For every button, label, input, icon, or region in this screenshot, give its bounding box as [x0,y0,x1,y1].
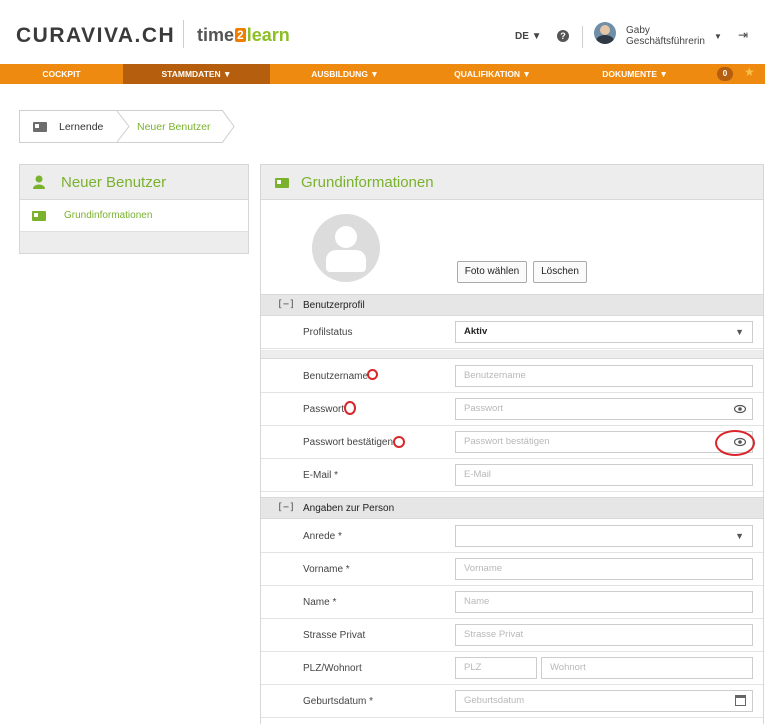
passwort-bestaetigen-input[interactable]: Passwort bestätigen [455,431,753,453]
id-card-icon [275,178,289,188]
passwort-input[interactable]: Passwort [455,398,753,420]
breadcrumb-lernende[interactable]: Lernende [59,121,103,133]
star-icon[interactable]: ★ [744,65,755,79]
sidebar-header: Neuer Benutzer [20,165,248,200]
panel-header: Grundinformationen [261,165,763,200]
sidebar-item-label: Grundinformationen [64,210,153,221]
header-divider [582,26,583,48]
field-label: Anrede * [303,531,342,542]
annotation-marker-eye-icon [715,430,755,456]
email-input[interactable]: E-Mail [455,464,753,486]
sidebar-title: Neuer Benutzer [61,174,167,191]
field-label: Passwort [303,404,345,415]
chevron-down-icon: ▼ [735,531,744,541]
nav-stammdaten[interactable]: STAMMDATEN ▼ [123,64,270,84]
annotation-marker-benutzername [367,369,378,380]
field-label: E-Mail * [303,470,339,481]
chevron-down-icon: ▼ [735,327,744,337]
id-card-icon [32,211,46,221]
breadcrumb-separator-icon [116,111,130,142]
section-label: Benutzerprofil [303,300,365,311]
row-geburtsdatum: Geburtsdatum * Geburtsdatum [261,685,763,718]
nav-cockpit[interactable]: COCKPIT [0,64,123,84]
choose-photo-button[interactable]: Foto wählen [457,261,527,283]
field-label: Profilstatus [303,327,353,338]
breadcrumb-neuer-benutzer[interactable]: Neuer Benutzer [137,121,211,133]
user-icon [33,175,45,189]
sidebar: Neuer Benutzer Grundinformationen [19,164,249,254]
row-vorname: Vorname * Vorname [261,553,763,586]
collapse-toggle-icon[interactable]: [−] [277,502,295,513]
row-passwort-bestaetigen: Passwort bestätigen Passwort bestätigen [261,426,763,459]
show-password-eye-icon[interactable] [734,404,746,414]
field-label: Name * [303,597,337,608]
breadcrumb-end-arrow-icon [222,110,235,143]
delete-photo-button[interactable]: Löschen [533,261,587,283]
strasse-input[interactable]: Strasse Privat [455,624,753,646]
benutzername-input[interactable]: Benutzername [455,365,753,387]
field-label: Vorname * [303,564,350,575]
language-selector[interactable]: DE ▼ [515,31,542,42]
nav-ausbildung[interactable]: AUSBILDUNG ▼ [270,64,420,84]
annotation-marker-passwort [344,401,356,415]
plz-input[interactable]: PLZ [455,657,537,679]
nav-dokumente[interactable]: DOKUMENTE ▼ [565,64,705,84]
profilstatus-select[interactable]: Aktiv ▼ [455,321,753,343]
vorname-input[interactable]: Vorname [455,558,753,580]
row-email: E-Mail * E-Mail [261,459,763,492]
row-passwort: Passwort Passwort [261,393,763,426]
avatar[interactable] [594,22,616,44]
wohnort-input[interactable]: Wohnort [541,657,753,679]
section-label: Angaben zur Person [303,503,395,514]
user-menu-chevron-icon[interactable]: ▼ [714,32,722,41]
help-icon[interactable]: ? [557,30,569,42]
row-anrede: Anrede * ▼ [261,520,763,553]
panel-title: Grundinformationen [301,174,434,191]
name-input[interactable]: Name [455,591,753,613]
field-label: Geburtsdatum * [303,696,374,707]
main-nav: COCKPIT STAMMDATEN ▼ AUSBILDUNG ▼ QUALIF… [0,64,765,84]
time2learn-logo[interactable]: time 2 learn [197,25,290,46]
annotation-marker-passwort-bestaetigen [393,436,405,448]
sidebar-item-grundinformationen[interactable]: Grundinformationen [20,200,248,232]
row-profilstatus: Profilstatus Aktiv ▼ [261,316,763,349]
logo-divider [183,20,184,48]
row-benutzername: Benutzername Benutzername [261,360,763,393]
section-benutzerprofil[interactable]: [−] Benutzerprofil [261,294,763,316]
geburtsdatum-input[interactable]: Geburtsdatum [455,690,753,712]
breadcrumb-box: Lernende Neuer Benutzer [19,110,223,143]
row-strasse-privat: Strasse Privat Strasse Privat [261,619,763,652]
field-label: Strasse Privat [303,630,366,641]
profile-photo-placeholder [312,214,380,282]
field-label: Benutzername [303,371,369,382]
row-name: Name * Name [261,586,763,619]
field-label: Passwort bestätigen [303,437,394,448]
nav-qualifikation[interactable]: QUALIFIKATION ▼ [420,64,565,84]
row-plz-wohnort: PLZ/Wohnort PLZ Wohnort [261,652,763,685]
field-label: PLZ/Wohnort [303,663,362,674]
sidebar-footer [20,232,248,253]
top-header: CURAVIVA.CH time 2 learn DE ▼ ? Gaby Gesch… [0,0,765,64]
collapse-toggle-icon[interactable]: [−] [277,299,295,310]
logout-icon[interactable]: ⇥ [738,28,748,42]
section-gap [261,350,763,359]
main-panel: Grundinformationen Foto wählen Löschen [… [260,164,764,724]
section-angaben-zur-person[interactable]: [−] Angaben zur Person [261,497,763,519]
calendar-icon[interactable] [735,695,746,706]
id-card-icon [33,122,47,132]
user-name[interactable]: Gaby Geschäftsführerin [626,25,705,47]
curaviva-logo[interactable]: CURAVIVA.CH [16,24,175,48]
anrede-select[interactable]: ▼ [455,525,753,547]
notification-badge[interactable]: 0 [717,67,733,81]
